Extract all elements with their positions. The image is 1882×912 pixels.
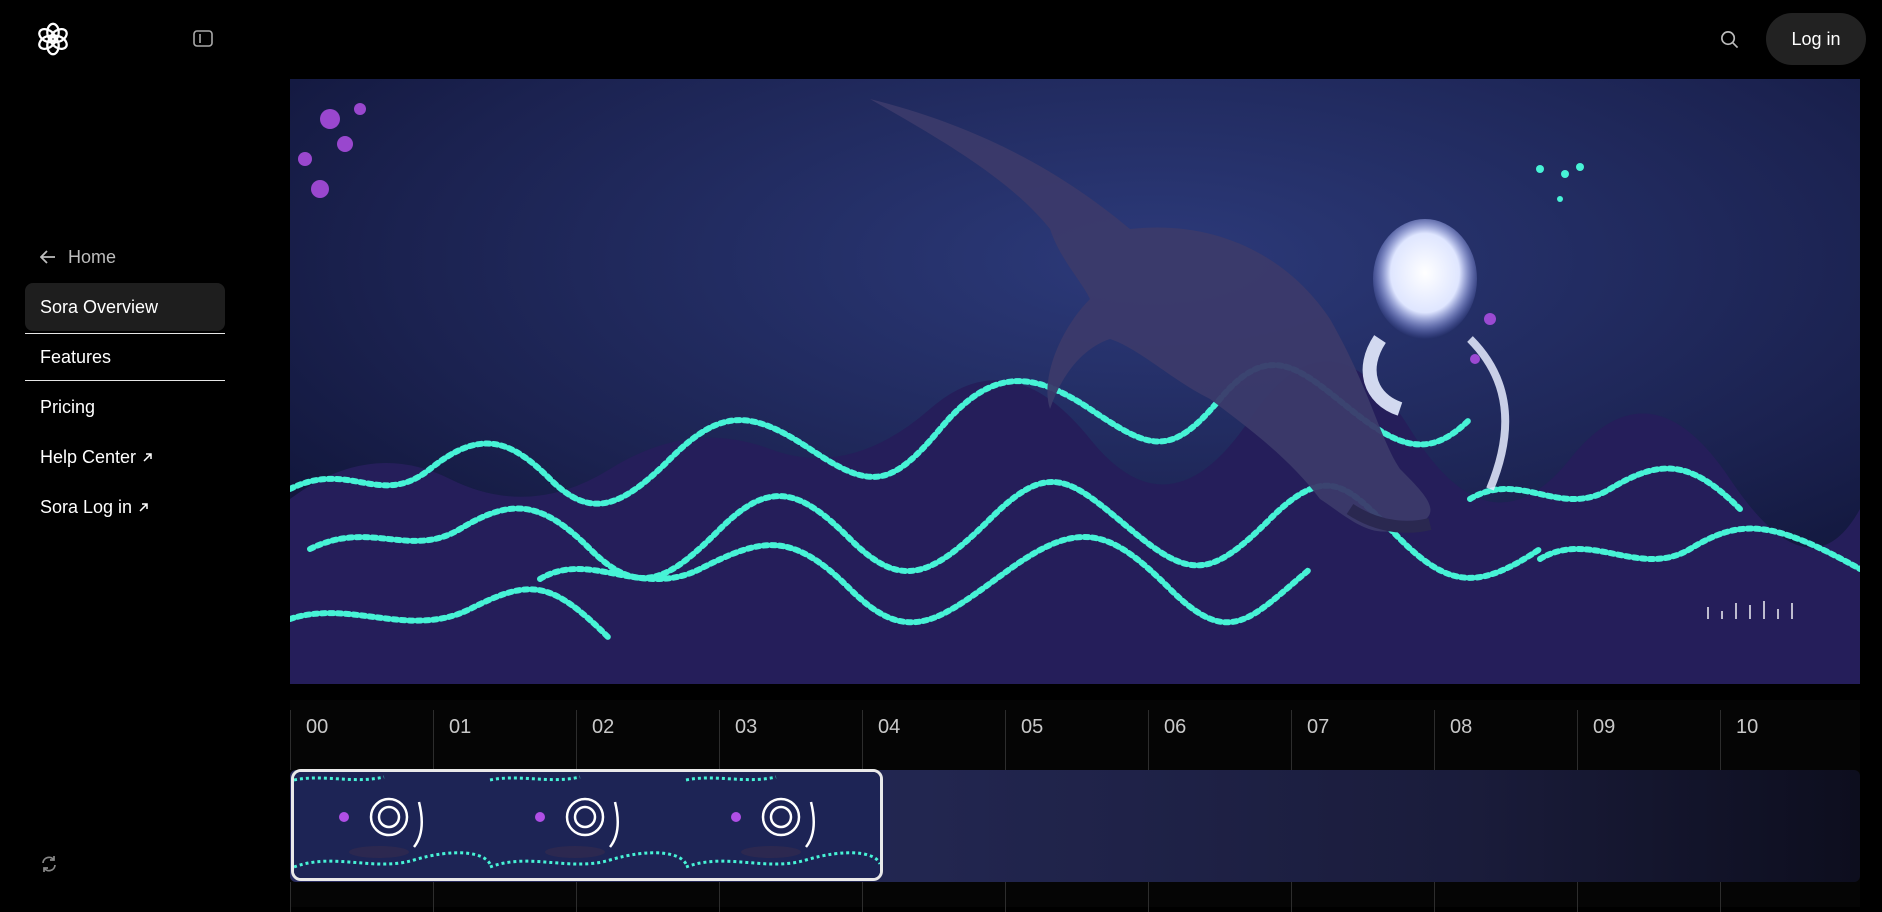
timeline-tick: 02	[576, 710, 719, 770]
nav-item-label: Sora Overview	[40, 296, 159, 317]
timeline-tick: 03	[719, 710, 862, 770]
timeline-divider	[290, 882, 291, 912]
timeline-divider	[719, 882, 720, 912]
sidebar-nav: Home Sora Overview Features Pricing Help…	[25, 243, 225, 533]
timeline-tick: 10	[1720, 710, 1860, 770]
timeline-divider	[1148, 882, 1149, 912]
timeline-tick: 04	[862, 710, 1005, 770]
search-icon[interactable]	[1720, 30, 1739, 49]
timeline-tick: 07	[1291, 710, 1434, 770]
nav-item-label: Sora Log in	[40, 496, 133, 517]
arrow-left-icon	[40, 250, 55, 264]
login-button[interactable]: Log in	[1766, 13, 1866, 65]
timeline-divider	[1577, 882, 1578, 912]
external-link-icon	[139, 502, 148, 512]
nav-item-features[interactable]: Features	[25, 333, 225, 381]
timeline-tick: 00	[290, 710, 433, 770]
nav-item-sora-overview[interactable]: Sora Overview	[25, 283, 225, 331]
timeline[interactable]: 00 01 02 03 04 05 06 07 08 09 10	[290, 700, 1860, 912]
nav-item-label: Pricing	[40, 396, 96, 417]
external-link-icon	[143, 452, 152, 462]
nav-item-pricing[interactable]: Pricing	[25, 383, 225, 431]
video-player[interactable]	[290, 79, 1860, 684]
timeline-tick: 08	[1434, 710, 1577, 770]
timeline-divider	[1434, 882, 1435, 912]
nav-item-label: Features	[40, 346, 112, 367]
home-label: Home	[68, 246, 117, 267]
timeline-divider	[1291, 882, 1292, 912]
timeline-tick: 05	[1005, 710, 1148, 770]
nav-item-sora-log-in[interactable]: Sora Log in	[25, 483, 225, 531]
timeline-divider	[576, 882, 577, 912]
sidebar-toggle-icon[interactable]	[193, 30, 213, 47]
home-link[interactable]: Home	[25, 243, 225, 271]
timeline-tick: 06	[1148, 710, 1291, 770]
clip-frames	[294, 772, 880, 878]
nav-item-label: Help Center	[40, 446, 137, 467]
timeline-divider	[433, 882, 434, 912]
timeline-divider	[1720, 882, 1721, 912]
timeline-tick: 09	[1577, 710, 1720, 770]
openai-logo-icon[interactable]	[34, 20, 72, 58]
video-clip-thumbnail[interactable]	[291, 769, 883, 881]
timeline-divider	[1005, 882, 1006, 912]
nav-item-help-center[interactable]: Help Center	[25, 433, 225, 481]
timeline-tick: 01	[433, 710, 576, 770]
refresh-icon[interactable]	[40, 855, 58, 873]
timeline-divider	[862, 882, 863, 912]
